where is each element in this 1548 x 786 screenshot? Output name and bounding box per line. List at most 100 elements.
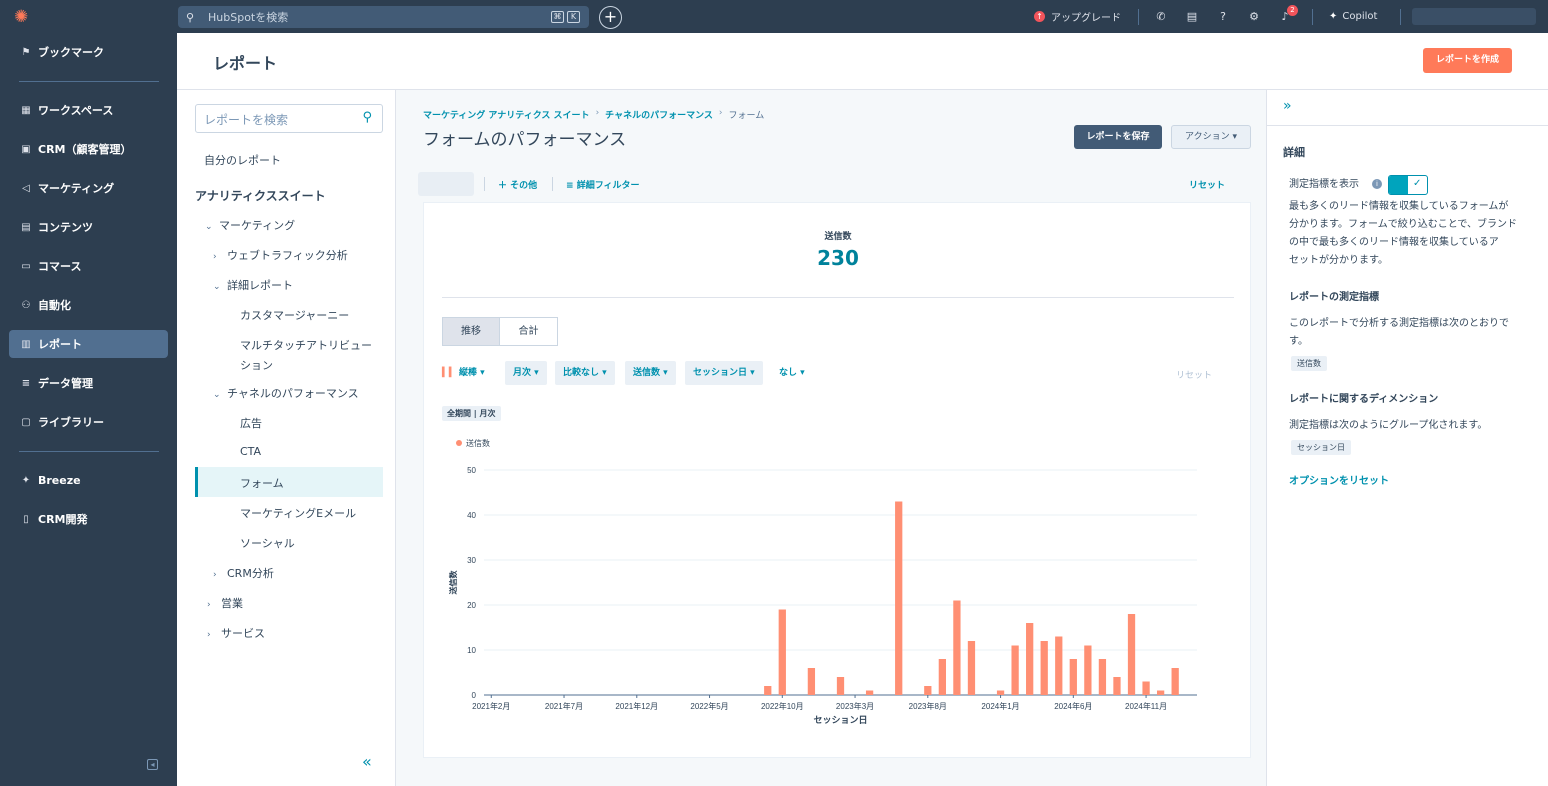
tree-item-marketing-email[interactable]: マーケティングEメール — [240, 505, 356, 521]
bar-chart-icon: ▥ — [21, 338, 31, 350]
quick-create-button[interactable]: + — [599, 6, 622, 29]
tree-item-cta[interactable]: CTA — [240, 445, 261, 458]
tree-item-multi-touch[interactable]: マルチタッチアトリビュー ション — [240, 337, 372, 373]
bar[interactable] — [1127, 614, 1136, 695]
legend-label: 送信数 — [466, 438, 490, 448]
marketplace-icon[interactable]: ▤ — [1184, 9, 1200, 25]
tree-item-forms[interactable]: フォーム — [240, 475, 284, 491]
collapse-sidebar-icon[interactable]: ◂ — [147, 759, 158, 770]
bar[interactable] — [1156, 690, 1165, 696]
date-range-filter[interactable] — [418, 172, 474, 196]
bar[interactable] — [1098, 659, 1107, 695]
tree-item-ads[interactable]: 広告 — [240, 415, 262, 431]
tree-item-social[interactable]: ソーシャル — [240, 535, 295, 551]
bar[interactable] — [1040, 641, 1048, 695]
bar[interactable] — [865, 690, 874, 696]
dimension-dropdown[interactable]: セッション日 ▾ — [685, 361, 763, 385]
bar[interactable] — [836, 677, 845, 695]
tree-item-service[interactable]: › サービス — [207, 625, 265, 641]
bar[interactable] — [764, 686, 772, 695]
breadcrumb-link[interactable]: チャネルのパフォーマンス — [605, 108, 713, 121]
tree-item-marketing[interactable]: ⌄ マーケティング — [205, 217, 295, 233]
bar[interactable] — [1171, 668, 1179, 695]
divider — [442, 297, 1234, 298]
bar[interactable] — [924, 686, 932, 695]
report-search-input[interactable]: レポートを検索 ⚲ — [195, 104, 383, 133]
sidebar-item-reports[interactable]: ▥ レポート — [9, 330, 168, 358]
gear-icon[interactable]: ⚙ — [1246, 9, 1262, 25]
reset-filters-button[interactable]: リセット — [1189, 178, 1225, 191]
reset-chart-options-button[interactable]: リセット — [1176, 368, 1212, 381]
my-reports-link[interactable]: 自分のレポート — [204, 152, 281, 168]
frequency-dropdown[interactable]: 月次 ▾ — [505, 361, 547, 385]
tab-total[interactable]: 合計 — [499, 317, 558, 346]
hubspot-logo-icon[interactable]: ✺ — [14, 7, 34, 27]
save-report-button[interactable]: レポートを保存 — [1074, 125, 1162, 149]
megaphone-icon: ◁ — [22, 182, 30, 194]
breadcrumb-current: フォーム — [728, 111, 765, 121]
y-tick-label: 40 — [467, 511, 476, 520]
phone-icon[interactable]: ✆ — [1153, 9, 1169, 25]
sidebar-item-breeze[interactable]: ✦ Breeze — [9, 466, 168, 494]
show-metric-toggle[interactable]: ✓ — [1388, 175, 1428, 195]
y-tick-label: 30 — [467, 556, 476, 565]
sidebar-item-bookmarks[interactable]: ⚑ ブックマーク — [9, 38, 168, 66]
tree-item-detail-reports[interactable]: ⌄ 詳細レポート — [213, 277, 293, 293]
tree-item-customer-journey[interactable]: カスタマージャーニー — [240, 307, 349, 323]
kpi-value: 230 — [817, 246, 859, 270]
chart-type-dropdown[interactable]: ▍▍ 縦棒 ▾ — [436, 361, 493, 385]
tree-item-crm-analysis[interactable]: › CRM分析 — [213, 565, 274, 581]
sidebar-item-marketing[interactable]: ◁ マーケティング — [9, 174, 168, 202]
expand-panel-icon[interactable]: » — [1283, 98, 1292, 114]
breakdown-dropdown[interactable]: なし ▾ — [771, 361, 813, 385]
info-icon[interactable]: i — [1372, 179, 1382, 189]
advanced-filters-button[interactable]: ≡ 詳細フィルター — [566, 178, 640, 191]
bar[interactable] — [1055, 636, 1063, 696]
tab-trend[interactable]: 推移 — [442, 317, 500, 346]
tree-item-channel-performance[interactable]: ⌄ チャネルのパフォーマンス — [213, 385, 359, 401]
bar[interactable] — [1084, 645, 1092, 696]
sidebar-item-content[interactable]: ▤ コンテンツ — [9, 213, 168, 241]
create-report-button[interactable]: レポートを作成 — [1423, 48, 1512, 73]
bar[interactable] — [807, 668, 816, 695]
more-filters-button[interactable]: ＋ その他 — [498, 178, 537, 191]
bar[interactable] — [938, 659, 946, 695]
comparison-dropdown[interactable]: 比較なし ▾ — [555, 361, 615, 385]
breadcrumb-link[interactable]: マーケティング アナリティクス スイート — [423, 108, 590, 121]
metric-dropdown[interactable]: 送信数 ▾ — [625, 361, 676, 385]
bar[interactable] — [953, 600, 961, 696]
bar[interactable] — [996, 690, 1005, 696]
sidebar-item-library[interactable]: ▢ ライブラリー — [9, 408, 168, 436]
tree-item-label: ウェブトラフィック分析 — [227, 249, 348, 262]
bar[interactable] — [967, 641, 976, 695]
bar[interactable] — [1011, 645, 1019, 696]
bar[interactable] — [1026, 623, 1034, 695]
sidebar-item-label: マーケティング — [38, 182, 115, 195]
k-key-icon: K — [567, 11, 580, 23]
sidebar-item-workspace[interactable]: ▦ ワークスペース — [9, 96, 168, 124]
metric-tag: 送信数 — [1291, 356, 1327, 371]
bar[interactable] — [778, 609, 786, 696]
sidebar-item-data-management[interactable]: ≡ データ管理 — [9, 369, 168, 397]
tree-item-sales[interactable]: › 営業 — [207, 595, 243, 611]
help-icon[interactable]: ? — [1215, 9, 1231, 25]
tree-item-web-traffic[interactable]: › ウェブトラフィック分析 — [213, 247, 348, 263]
description-line: 最も多くのリード情報を収集しているフォームが — [1289, 201, 1509, 212]
actions-dropdown-button[interactable]: アクション ▾ — [1171, 125, 1251, 149]
sidebar-item-automation[interactable]: ⚇ 自動化 — [9, 291, 168, 319]
reset-options-link[interactable]: オプションをリセット — [1289, 472, 1389, 487]
sidebar-item-commerce[interactable]: ▭ コマース — [9, 252, 168, 280]
divider — [19, 451, 159, 452]
bar[interactable] — [895, 501, 903, 696]
bar[interactable] — [1113, 677, 1121, 695]
upgrade-button[interactable]: ↑ アップグレード — [1034, 0, 1121, 33]
bar[interactable] — [1069, 659, 1077, 695]
sidebar-item-crm[interactable]: ▣ CRM（顧客管理） — [9, 135, 168, 163]
copilot-button[interactable]: ✦ Copilot — [1329, 0, 1377, 33]
sidebar-item-crm-dev[interactable]: ▯ CRM開発 — [9, 505, 168, 533]
bar[interactable] — [1142, 681, 1150, 696]
collapse-panel-icon[interactable]: « — [362, 752, 372, 771]
sidebar-item-label: CRM（顧客管理） — [38, 143, 132, 156]
global-search-input[interactable]: ⚲ HubSpotを検索 ⌘ K — [178, 6, 589, 28]
account-menu[interactable] — [1412, 8, 1536, 25]
